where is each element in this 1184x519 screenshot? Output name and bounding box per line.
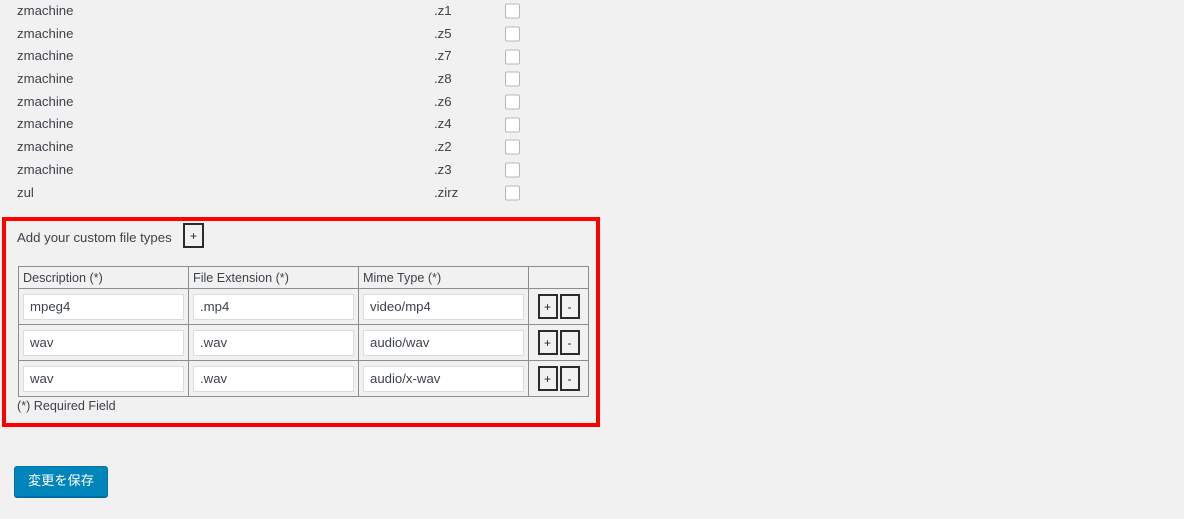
filetype-row: zmachine .z1 xyxy=(0,0,1184,23)
filetype-enable-checkbox[interactable] xyxy=(505,49,520,65)
filetype-row: zmachine .z5 xyxy=(0,23,1184,46)
filetype-name: zul xyxy=(17,184,34,200)
filetype-enable-checkbox[interactable] xyxy=(505,26,520,42)
filetype-extension: .z6 xyxy=(434,93,452,109)
row-actions-cell: + - xyxy=(528,324,589,361)
table-column-header: Mime Type (*) xyxy=(358,266,529,289)
remove-row-button[interactable]: - xyxy=(559,366,580,391)
table-column-header: File Extension (*) xyxy=(188,266,359,289)
filetype-enable-checkbox[interactable] xyxy=(505,3,520,19)
filetype-extension: .z8 xyxy=(434,71,452,87)
custom-types-table-wrapper: Description (*) File Extension (*) Mime Ty… xyxy=(18,266,589,397)
row-actions-cell: + - xyxy=(528,360,589,397)
table-cell xyxy=(358,288,529,325)
table-row: +- xyxy=(18,288,589,325)
save-changes-button[interactable]: 変更を保存 xyxy=(14,466,108,497)
table-cell xyxy=(188,360,359,397)
filetype-row: zmachine .z7 xyxy=(0,45,1184,68)
custom-type-extension-input[interactable] xyxy=(193,365,354,392)
table-column-header: Description (*) xyxy=(18,266,189,289)
filetype-name: zmachine xyxy=(17,25,74,41)
filetype-extension: .z5 xyxy=(434,25,452,41)
custom-type-description-input[interactable] xyxy=(23,293,184,320)
add-custom-row-button[interactable]: + xyxy=(183,223,204,248)
filetype-row: zmachine .z8 xyxy=(0,68,1184,91)
filetype-name: zmachine xyxy=(17,48,74,64)
table-body: +-+-+- xyxy=(18,288,589,397)
add-row-button[interactable]: + xyxy=(537,294,558,319)
custom-type-extension-input[interactable] xyxy=(193,293,354,320)
filetype-row: zmachine .z2 xyxy=(0,136,1184,159)
required-field-note: (*) Required Field xyxy=(17,399,116,413)
filetype-name: zmachine xyxy=(17,3,74,18)
filetype-extension: .zirz xyxy=(434,184,459,200)
table-cell xyxy=(358,360,529,397)
filetype-extension: .z1 xyxy=(434,3,452,18)
filetype-extension: .z4 xyxy=(434,116,452,132)
remove-row-button[interactable]: - xyxy=(559,330,580,355)
filetype-row: zmachine .z4 xyxy=(0,113,1184,136)
filetype-name: zmachine xyxy=(17,161,74,177)
custom-type-description-input[interactable] xyxy=(23,365,184,392)
table-cell xyxy=(18,360,189,397)
filetype-enable-checkbox[interactable] xyxy=(505,94,520,110)
custom-file-types-panel: Add your custom file types + Description… xyxy=(2,217,600,427)
custom-type-mimetype-input[interactable] xyxy=(363,293,524,320)
filetype-enable-checkbox[interactable] xyxy=(505,71,520,87)
filetype-enable-checkbox[interactable] xyxy=(505,185,520,201)
table-row: +- xyxy=(18,324,589,361)
filetype-name: zmachine xyxy=(17,139,74,155)
filetype-name: zmachine xyxy=(17,116,74,132)
custom-panel-title: Add your custom file types xyxy=(17,230,172,245)
filetype-row: zul .zirz xyxy=(0,182,1184,205)
filetype-row: zmachine .z6 xyxy=(0,91,1184,114)
remove-row-button[interactable]: - xyxy=(559,294,580,319)
add-row-button[interactable]: + xyxy=(537,366,558,391)
filetype-enable-checkbox[interactable] xyxy=(505,139,520,155)
table-head: Description (*) File Extension (*) Mime Ty… xyxy=(18,266,589,289)
custom-panel-header: Add your custom file types + xyxy=(6,221,596,255)
custom-type-description-input[interactable] xyxy=(23,329,184,356)
table-cell xyxy=(188,324,359,361)
custom-type-mimetype-input[interactable] xyxy=(363,329,524,356)
filetype-list: zmachine .z1 zmachine .z5 zmachine .z7 zmachin… xyxy=(0,0,1184,204)
table-cell xyxy=(358,324,529,361)
filetype-name: zmachine xyxy=(17,93,74,109)
filetype-enable-checkbox[interactable] xyxy=(505,117,520,133)
filetype-extension: .z3 xyxy=(434,161,452,177)
filetype-name: zmachine xyxy=(17,71,74,87)
add-row-button[interactable]: + xyxy=(537,330,558,355)
custom-type-mimetype-input[interactable] xyxy=(363,365,524,392)
custom-file-types-table: Description (*) File Extension (*) Mime Ty… xyxy=(18,266,589,397)
table-cell xyxy=(188,288,359,325)
filetype-extension: .z7 xyxy=(434,48,452,64)
filetype-extension: .z2 xyxy=(434,139,452,155)
filetype-enable-checkbox[interactable] xyxy=(505,162,520,178)
table-cell xyxy=(18,288,189,325)
table-cell xyxy=(18,324,189,361)
filetype-row: zmachine .z3 xyxy=(0,159,1184,182)
table-column-header xyxy=(528,266,589,289)
table-row: +- xyxy=(18,360,589,397)
table-header-row: Description (*) File Extension (*) Mime Ty… xyxy=(18,266,589,289)
custom-type-extension-input[interactable] xyxy=(193,329,354,356)
row-actions-cell: + - xyxy=(528,288,589,325)
